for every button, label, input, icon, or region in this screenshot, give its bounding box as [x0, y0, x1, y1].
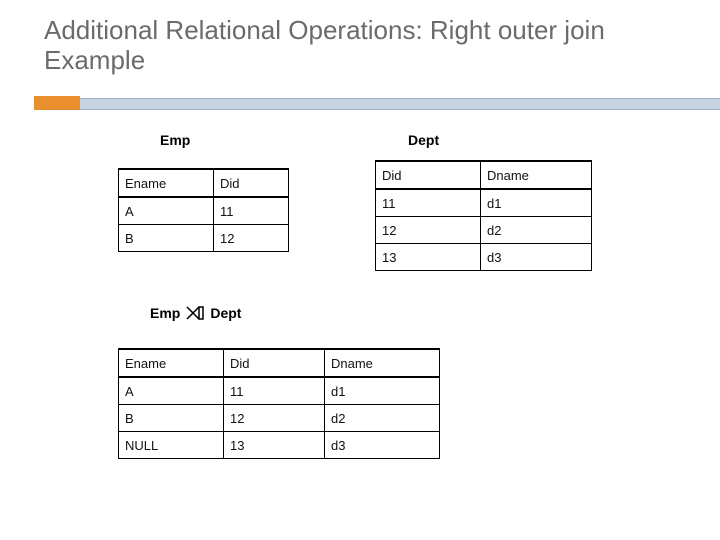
table-row: NULL 13 d3 — [119, 432, 440, 459]
join-left-rel: Emp — [150, 305, 180, 321]
dept-table: Did Dname 11 d1 12 d2 13 d3 — [375, 160, 592, 271]
table-row: B 12 — [119, 225, 289, 252]
page-title: Additional Relational Operations: Right … — [44, 16, 680, 76]
join-right-rel: Dept — [210, 305, 241, 321]
result-cell: d2 — [325, 405, 440, 432]
dept-cell: d1 — [481, 189, 592, 217]
result-cell: NULL — [119, 432, 224, 459]
emp-cell: 11 — [214, 197, 289, 225]
emp-cell: B — [119, 225, 214, 252]
table-row: A 11 — [119, 197, 289, 225]
slide: Additional Relational Operations: Right … — [0, 0, 720, 540]
dept-header-dname: Dname — [481, 161, 592, 189]
dept-cell: d3 — [481, 244, 592, 271]
result-cell: 12 — [224, 405, 325, 432]
emp-header-ename: Ename — [119, 169, 214, 197]
result-header-dname: Dname — [325, 349, 440, 377]
emp-cell: 12 — [214, 225, 289, 252]
result-header-ename: Ename — [119, 349, 224, 377]
emp-cell: A — [119, 197, 214, 225]
result-cell: 11 — [224, 377, 325, 405]
result-table: Ename Did Dname A 11 d1 B 12 d2 NULL 13 … — [118, 348, 440, 459]
table-row: B 12 d2 — [119, 405, 440, 432]
dept-cell: 13 — [376, 244, 481, 271]
emp-header-did: Did — [214, 169, 289, 197]
result-cell: B — [119, 405, 224, 432]
emp-label: Emp — [160, 132, 190, 148]
right-outer-join-expression: Emp Dept — [150, 305, 241, 321]
table-row: 11 d1 — [376, 189, 592, 217]
right-outer-join-icon — [186, 306, 204, 320]
dept-cell: d2 — [481, 217, 592, 244]
table-row: 12 d2 — [376, 217, 592, 244]
result-cell: d3 — [325, 432, 440, 459]
result-header-did: Did — [224, 349, 325, 377]
dept-label: Dept — [408, 132, 439, 148]
accent-blue-bar — [80, 98, 720, 110]
result-cell: 13 — [224, 432, 325, 459]
emp-table: Ename Did A 11 B 12 — [118, 168, 289, 252]
result-cell: d1 — [325, 377, 440, 405]
dept-header-did: Did — [376, 161, 481, 189]
table-row: 13 d3 — [376, 244, 592, 271]
accent-rule — [0, 96, 720, 110]
dept-cell: 11 — [376, 189, 481, 217]
result-cell: A — [119, 377, 224, 405]
accent-orange-block — [34, 96, 80, 110]
table-row: A 11 d1 — [119, 377, 440, 405]
dept-cell: 12 — [376, 217, 481, 244]
